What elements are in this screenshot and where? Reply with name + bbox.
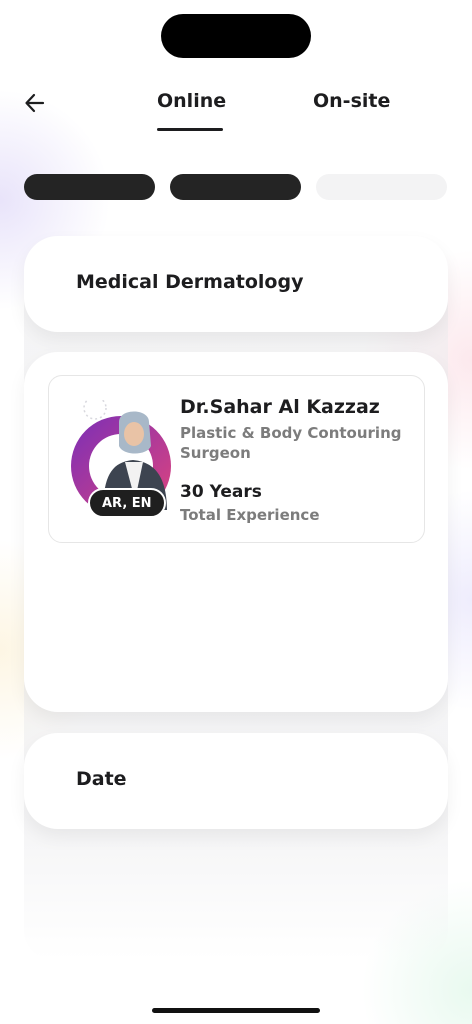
progress-step-2 [170, 174, 301, 200]
doctor-specialty: Plastic & Body Contouring Surgeon [180, 424, 402, 462]
active-tab-indicator [157, 128, 223, 131]
doctor-name: Dr.Sahar Al Kazzaz [180, 396, 380, 418]
experience-label: Total Experience [180, 506, 320, 524]
doctor-card[interactable]: AR, EN Dr.Sahar Al Kazzaz Plastic & Body… [48, 375, 425, 543]
dynamic-island [161, 14, 311, 58]
home-indicator [152, 1008, 320, 1013]
date-label: Date [76, 768, 127, 790]
back-button[interactable] [20, 90, 50, 120]
specialty-label: Medical Dermatology [76, 271, 304, 293]
specialty-card[interactable]: Medical Dermatology [24, 236, 448, 332]
language-badge: AR, EN [88, 488, 166, 518]
arrow-left-icon [23, 91, 47, 119]
progress-step-1 [24, 174, 155, 200]
progress-step-3 [316, 174, 447, 200]
date-card[interactable]: Date [24, 733, 448, 829]
doctor-avatar: AR, EN [71, 400, 171, 520]
tab-on-site[interactable]: On-site [313, 90, 390, 130]
experience-value: 30 Years [180, 482, 262, 502]
tab-online[interactable]: Online [157, 90, 226, 130]
doctor-list-card: AR, EN Dr.Sahar Al Kazzaz Plastic & Body… [24, 352, 448, 712]
